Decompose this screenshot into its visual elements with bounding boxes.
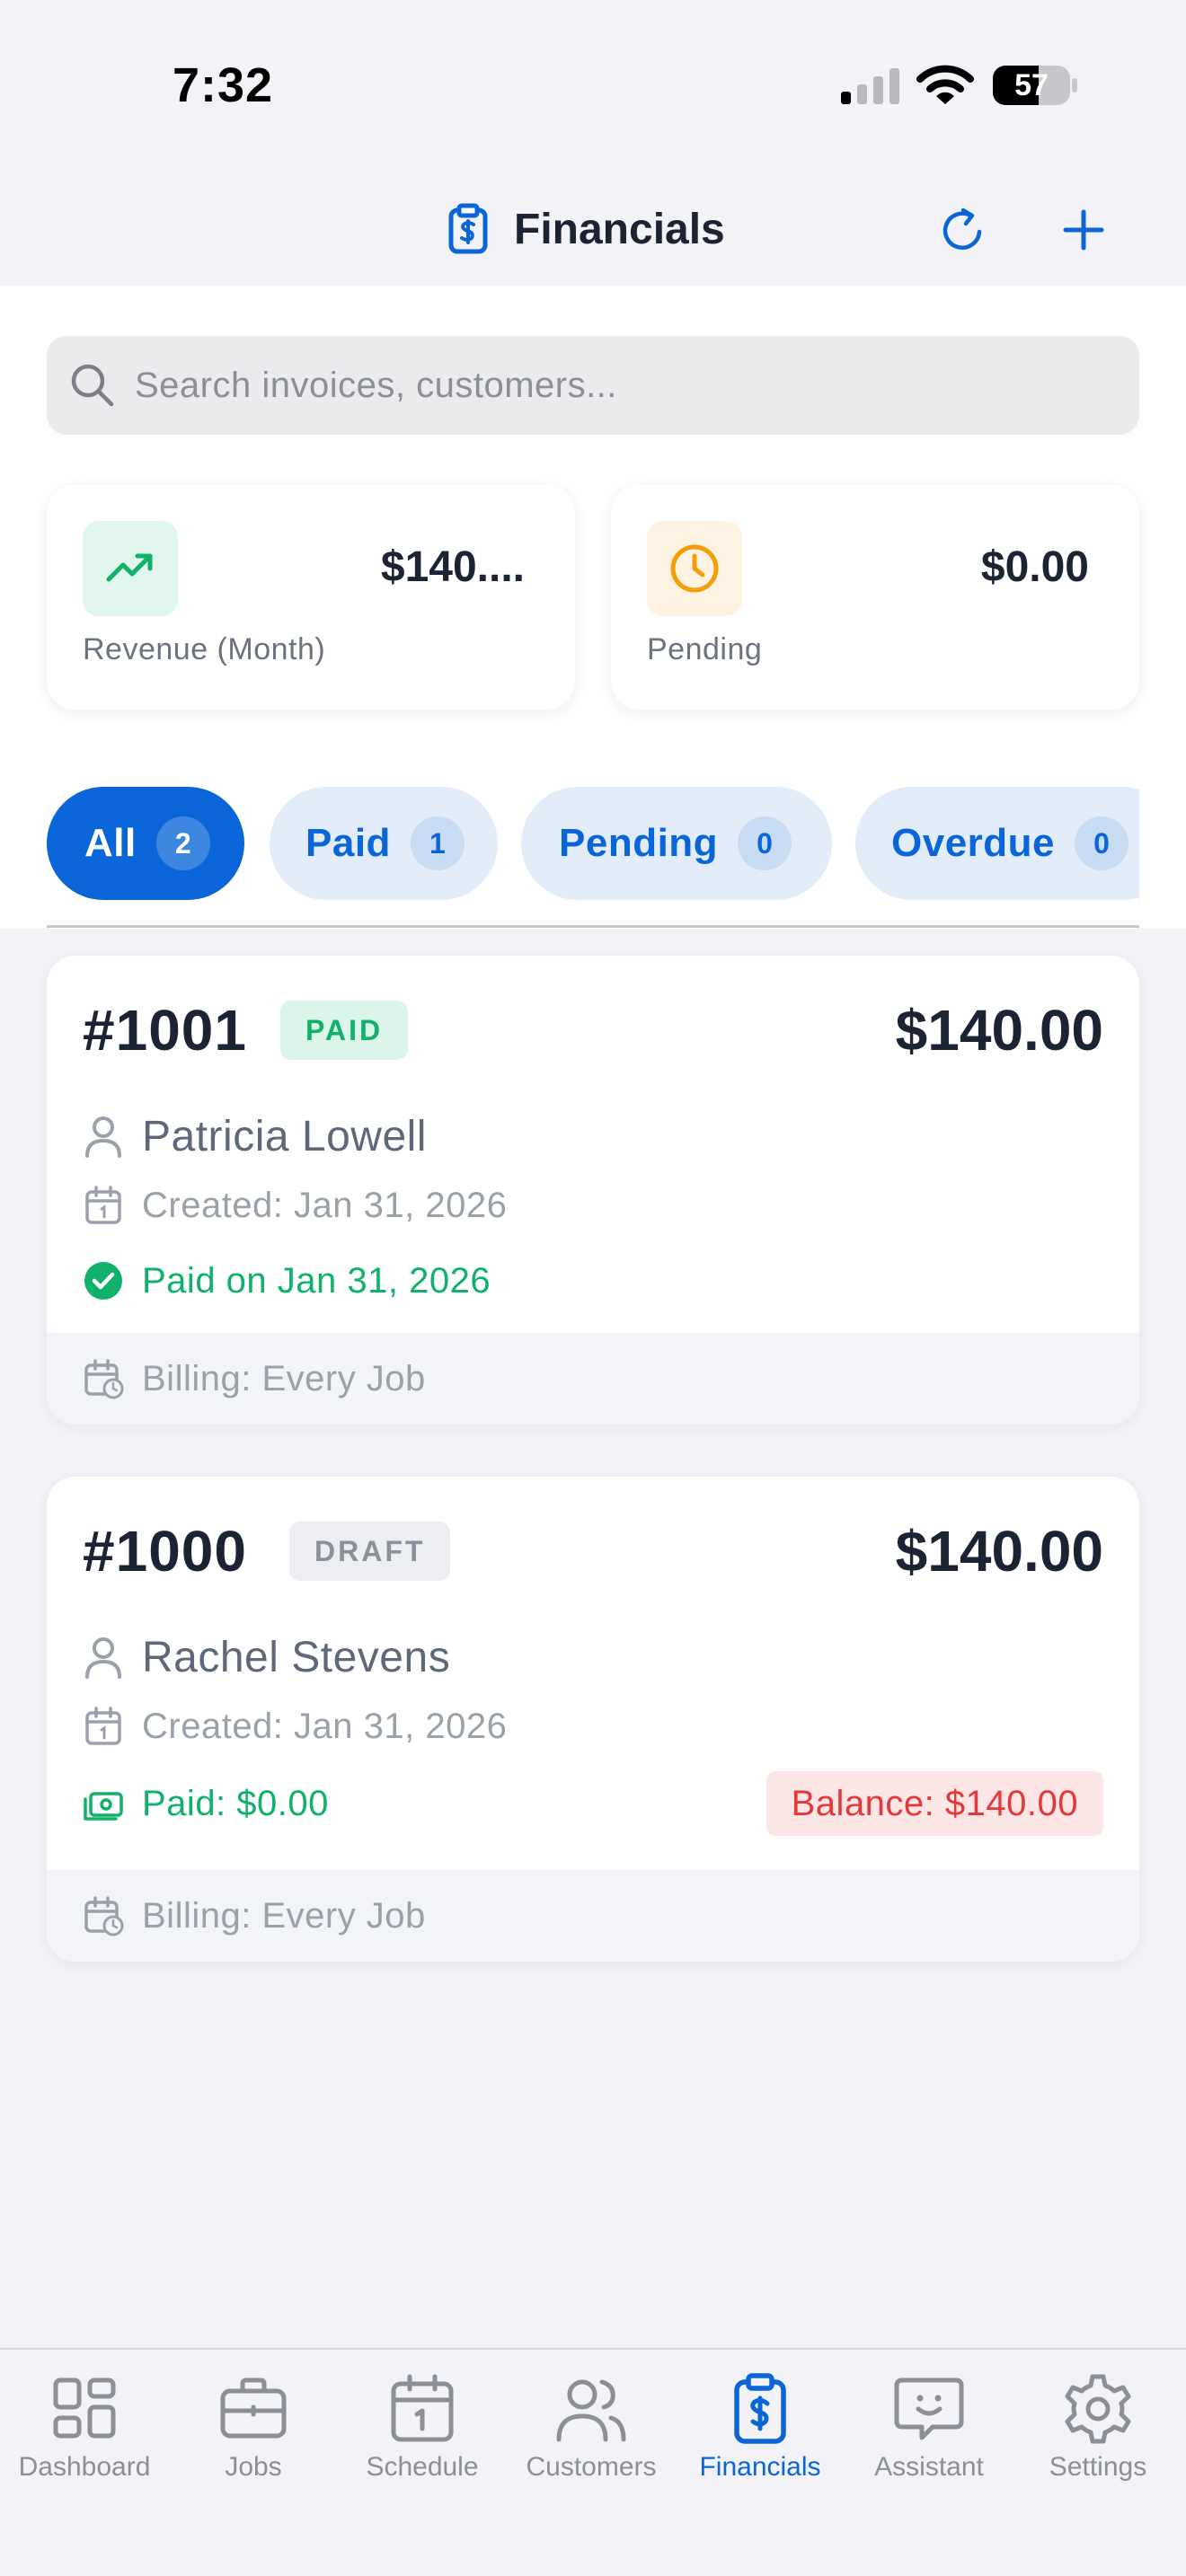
filter-tab-overdue[interactable]: Overdue 0 [855,787,1139,900]
tab-label: Dashboard [18,2452,151,2482]
tab-label: Customers [526,2452,657,2482]
battery-icon: 57 [992,65,1078,106]
chat-icon [894,2378,964,2440]
customer-row: Rachel Stevens [83,1624,450,1690]
filter-tab-all[interactable]: All 2 [47,787,244,900]
invoice-card-1001[interactable]: #1001 PAID $140.00 Patricia Lowell Creat… [47,956,1139,1425]
filter-tab-pending[interactable]: Pending 0 [521,787,832,900]
invoice-amount: $140.00 [895,998,1103,1063]
gear-icon [1065,2374,1131,2444]
tab-label: Schedule [366,2452,479,2482]
filter-tab-label: Overdue [891,821,1056,865]
pending-label: Pending [647,632,763,666]
filter-tab-count: 0 [738,816,792,870]
invoice-amount: $140.00 [895,1519,1103,1584]
paid-amount: Paid: $0.00 [142,1783,329,1823]
paid-row: Paid on Jan 31, 2026 [83,1252,491,1310]
pending-value: $0.00 [980,543,1089,591]
calendar-icon [85,1186,121,1224]
users-icon [556,2379,626,2442]
bottom-tab-bar: Dashboard Jobs Schedule Customers Financ… [0,2348,1186,2576]
filter-tab-label: Paid [305,821,391,865]
briefcase-icon [220,2378,287,2439]
clock-icon-wrap [647,521,742,616]
wifi-icon [916,65,974,104]
page-title: Financials [514,205,725,253]
calendar-icon [391,2374,454,2442]
paid-info: Paid on Jan 31, 2026 [142,1260,491,1301]
tab-label: Jobs [225,2452,282,2482]
cash-icon [84,1792,123,1821]
header: Financials [0,180,1186,286]
billing-footer: Billing: Every Job [47,1870,1139,1962]
signal-icon [841,68,899,104]
calendar-repeat-icon [84,1896,124,1936]
created-date: Created: Jan 31, 2026 [142,1706,508,1746]
invoice-card-1000[interactable]: #1000 DRAFT $140.00 Rachel Stevens Creat… [47,1477,1139,1962]
filter-tab-paid[interactable]: Paid 1 [270,787,498,900]
filter-tab-count: 1 [410,816,465,870]
created-date: Created: Jan 31, 2026 [142,1185,508,1225]
pending-card[interactable]: $0.00 Pending [611,485,1139,710]
balance-badge: Balance: $140.00 [766,1771,1103,1836]
trending-up-icon-wrap [83,521,178,616]
clipboard-dollar-icon [734,2373,786,2444]
status-time: 7:32 [173,58,274,112]
filter-tab-count: 0 [1075,816,1129,870]
customer-row: Patricia Lowell [83,1103,427,1169]
tab-financials[interactable]: Financials [676,2371,845,2506]
invoice-number: #1001 [83,998,247,1063]
plus-icon [1063,209,1104,251]
search-icon [71,364,114,407]
billing-text: Billing: Every Job [142,1895,426,1936]
refresh-icon [943,207,982,250]
tab-settings[interactable]: Settings [1013,2371,1182,2506]
tab-jobs[interactable]: Jobs [169,2371,338,2506]
tab-assistant[interactable]: Assistant [845,2371,1013,2506]
status-bar: 7:32 57 [0,0,1186,180]
filter-tab-count: 2 [155,816,210,870]
tab-label: Settings [1049,2452,1147,2482]
customer-name: Rachel Stevens [142,1633,451,1681]
clock-icon [670,544,719,593]
trending-up-icon [106,553,153,582]
user-icon [85,1637,121,1679]
revenue-value: $140.... [380,543,525,591]
invoice-number: #1000 [83,1519,247,1584]
clipboard-dollar-icon [448,203,488,254]
search-bar[interactable] [47,336,1139,435]
battery-level: 57 [1014,67,1049,102]
calendar-icon [85,1707,121,1745]
tab-label: Financials [699,2452,821,2482]
revenue-card[interactable]: $140.... Revenue (Month) [47,485,575,710]
filter-tab-label: All [84,821,137,865]
dashboard-icon [53,2378,116,2439]
filter-divider [47,925,1139,928]
revenue-label: Revenue (Month) [83,632,326,666]
status-badge: DRAFT [289,1522,451,1581]
filter-tabs: All 2 Paid 1 Pending 0 Overdue 0 [47,787,1139,900]
header-title-group: Financials [447,198,725,260]
tab-label: Assistant [874,2452,984,2482]
created-row: Created: Jan 31, 2026 [83,1698,507,1755]
billing-text: Billing: Every Job [142,1358,426,1398]
billing-footer: Billing: Every Job [47,1333,1139,1425]
search-input[interactable] [133,364,1103,407]
check-circle-icon [84,1262,122,1300]
add-invoice-button[interactable] [1055,201,1112,259]
tab-customers[interactable]: Customers [507,2371,676,2506]
refresh-button[interactable] [934,201,992,259]
user-icon [85,1116,121,1158]
customer-name: Patricia Lowell [142,1112,427,1160]
created-row: Created: Jan 31, 2026 [83,1177,507,1234]
paid-row: Paid: $0.00 [83,1771,329,1836]
tab-dashboard[interactable]: Dashboard [0,2371,169,2506]
status-badge: PAID [280,1001,409,1060]
calendar-repeat-icon [84,1359,124,1399]
filter-tab-label: Pending [559,821,719,865]
tab-schedule[interactable]: Schedule [338,2371,507,2506]
